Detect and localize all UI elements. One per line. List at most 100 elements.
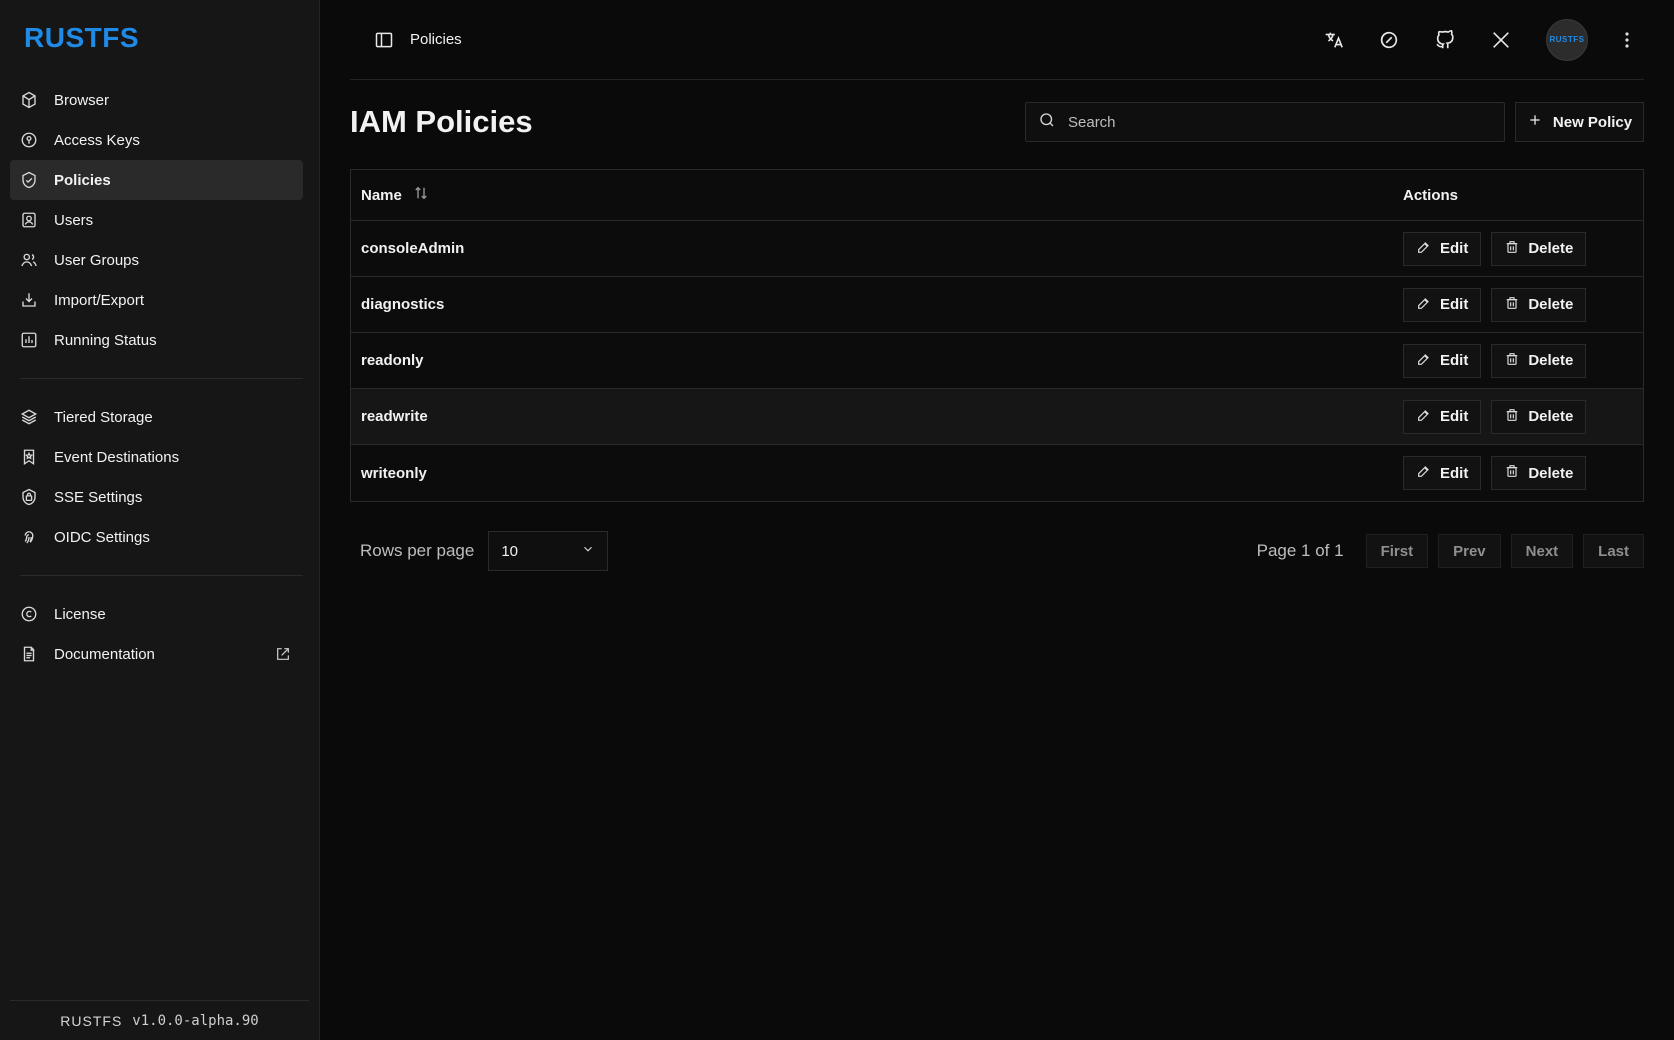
delete-button[interactable]: Delete — [1491, 399, 1587, 434]
delete-button[interactable]: Delete — [1491, 231, 1587, 266]
github-icon[interactable] — [1434, 29, 1456, 51]
copyright-icon — [20, 605, 38, 623]
document-icon — [20, 645, 38, 663]
next-page-button[interactable]: Next — [1510, 534, 1574, 568]
sidebar-item-license[interactable]: License — [10, 594, 303, 634]
edit-button[interactable]: Edit — [1403, 231, 1482, 266]
rows-per-page-select[interactable]: 10 — [488, 531, 609, 571]
sidebar-item-oidc-settings[interactable]: OIDC Settings — [10, 517, 303, 557]
external-link-icon — [275, 646, 291, 662]
new-policy-label: New Policy — [1552, 113, 1633, 131]
sidebar-item-sse-settings[interactable]: SSE Settings — [10, 477, 303, 517]
page-info: Page 1 of 1 — [1256, 541, 1344, 560]
pagination-bar: Rows per page 10 Page 1 of 1 First Prev … — [350, 531, 1644, 571]
delete-label: Delete — [1528, 296, 1574, 313]
sidebar-item-label: Documentation — [54, 645, 155, 663]
sidebar-item-event-destinations[interactable]: Event Destinations — [10, 437, 303, 477]
page-header: IAM Policies New Policy — [350, 100, 1644, 144]
version-text: v1.0.0-alpha.90 — [132, 1012, 259, 1029]
theme-icon[interactable] — [1378, 29, 1400, 51]
avatar[interactable]: RUSTFS — [1546, 18, 1588, 61]
edit-label: Edit — [1440, 408, 1469, 425]
cube-icon — [20, 91, 38, 109]
pencil-icon — [1416, 463, 1432, 483]
pencil-icon — [1416, 407, 1432, 427]
sidebar-toggle-icon[interactable] — [374, 30, 394, 50]
sidebar-item-user-groups[interactable]: User Groups — [10, 240, 303, 280]
sidebar-divider — [20, 575, 303, 576]
rows-per-page-label: Rows per page — [360, 541, 475, 560]
delete-button[interactable]: Delete — [1491, 456, 1587, 490]
edit-button[interactable]: Edit — [1403, 287, 1482, 322]
search-icon — [1038, 111, 1056, 134]
pencil-icon — [1416, 351, 1432, 371]
delete-label: Delete — [1528, 464, 1574, 482]
trash-icon — [1504, 463, 1520, 483]
page-title: IAM Policies — [350, 104, 533, 139]
prev-page-button[interactable]: Prev — [1438, 534, 1501, 568]
first-page-button[interactable]: First — [1365, 534, 1429, 568]
sidebar-item-label: Event Destinations — [54, 448, 180, 466]
sidebar-item-running-status[interactable]: Running Status — [10, 320, 303, 360]
delete-button[interactable]: Delete — [1491, 343, 1587, 378]
trash-icon — [1504, 351, 1520, 371]
plus-icon — [1527, 112, 1543, 132]
sidebar-item-label: Browser — [54, 91, 110, 109]
sidebar-item-browser[interactable]: Browser — [10, 80, 303, 120]
policies-table: Name Actions consoleAdmin Edit Delete di… — [350, 169, 1644, 502]
topbar-actions: RUSTFS — [1322, 18, 1632, 61]
download-icon — [20, 291, 38, 309]
rows-per-page-value: 10 — [501, 542, 519, 560]
sidebar-item-tiered-storage[interactable]: Tiered Storage — [10, 397, 303, 437]
edit-button[interactable]: Edit — [1403, 343, 1482, 378]
sidebar-item-policies[interactable]: Policies — [10, 160, 303, 200]
policy-name: diagnostics — [361, 296, 445, 313]
table-row: writeonly Edit Delete — [351, 445, 1643, 501]
delete-label: Delete — [1528, 408, 1574, 425]
edit-button[interactable]: Edit — [1403, 399, 1482, 434]
sidebar-divider — [20, 378, 303, 379]
search-input[interactable] — [1066, 112, 1492, 132]
shield-icon — [20, 171, 38, 189]
edit-button[interactable]: Edit — [1403, 456, 1482, 490]
sidebar-item-label: Access Keys — [54, 131, 140, 149]
new-policy-button[interactable]: New Policy — [1515, 102, 1644, 142]
sidebar-item-label: Policies — [54, 171, 111, 189]
row-actions: Edit Delete — [1403, 287, 1643, 322]
sidebar-item-import-export[interactable]: Import/Export — [10, 280, 303, 320]
trash-icon — [1504, 295, 1520, 315]
sidebar-item-label: Tiered Storage — [54, 408, 153, 426]
delete-button[interactable]: Delete — [1491, 287, 1587, 322]
policy-name: writeonly — [361, 464, 427, 482]
sidebar-item-label: SSE Settings — [54, 488, 143, 506]
sidebar-item-label: OIDC Settings — [54, 528, 150, 546]
edit-label: Edit — [1440, 296, 1469, 313]
sidebar-item-access-keys[interactable]: Access Keys — [10, 120, 303, 160]
translate-icon[interactable] — [1322, 29, 1344, 51]
user-badge-icon — [20, 211, 38, 229]
app-shell: RUSTFS Browser Access Keys Policies User… — [0, 0, 1674, 1040]
table-row: readonly Edit Delete — [351, 333, 1643, 389]
row-actions: Edit Delete — [1403, 456, 1643, 490]
more-vertical-icon[interactable] — [1622, 31, 1632, 49]
search-box[interactable] — [1025, 102, 1505, 142]
x-icon[interactable] — [1490, 29, 1512, 51]
sidebar-item-users[interactable]: Users — [10, 200, 303, 240]
bookmark-star-icon — [20, 448, 38, 466]
sidebar-item-label: Import/Export — [54, 291, 145, 309]
edit-label: Edit — [1440, 352, 1469, 369]
key-icon — [20, 131, 38, 149]
name-column-header[interactable]: Name — [351, 184, 1403, 206]
chevron-down-icon — [581, 542, 595, 560]
brand-logo[interactable]: RUSTFS — [24, 22, 139, 54]
sidebar-nav: Browser Access Keys Policies Users User … — [10, 80, 303, 674]
actions-column-header: Actions — [1403, 186, 1459, 204]
last-page-button[interactable]: Last — [1583, 534, 1644, 568]
sidebar-item-documentation[interactable]: Documentation — [10, 634, 303, 674]
sort-icon[interactable] — [412, 184, 430, 206]
table-header: Name Actions — [351, 170, 1643, 221]
delete-label: Delete — [1528, 352, 1574, 369]
sidebar-item-label: Running Status — [54, 331, 157, 349]
trash-icon — [1504, 407, 1520, 427]
table-row: readwrite Edit Delete — [351, 389, 1643, 445]
